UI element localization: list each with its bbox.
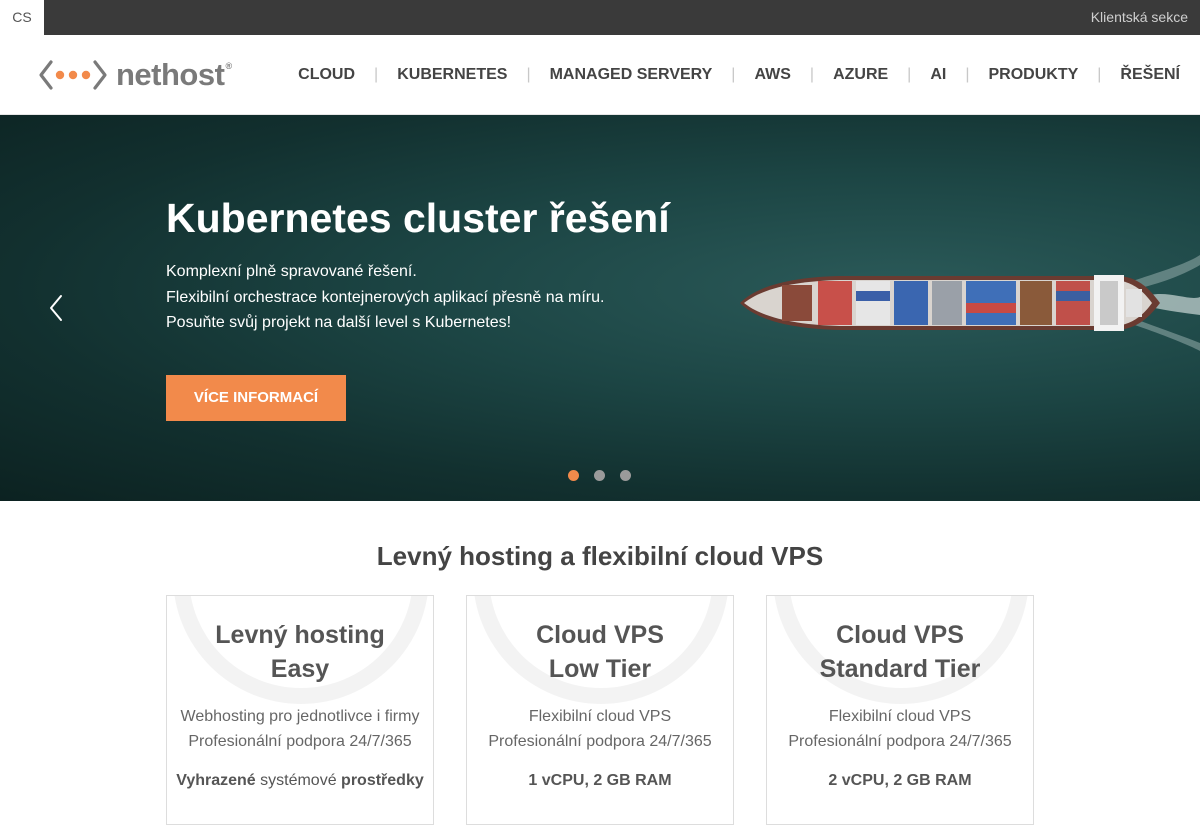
hero-title: Kubernetes cluster řešení <box>166 195 670 241</box>
product-card[interactable]: Cloud VPS Standard Tier Flexibilní cloud… <box>766 595 1034 825</box>
card-title: Cloud VPS Standard Tier <box>819 621 981 683</box>
hero-line: Komplexní plně spravované řešení. <box>166 263 417 280</box>
nav-separator: | <box>809 66 815 83</box>
nav-reseni[interactable]: ŘEŠENÍ <box>1120 66 1180 84</box>
site-header: nethost® CLOUD | KUBERNETES | MANAGED SE… <box>0 35 1200 115</box>
nethost-brackets-dots-icon <box>39 60 107 90</box>
hero-slider: Kubernetes cluster řešení Komplexní plně… <box>0 115 1200 501</box>
slider-dot[interactable] <box>594 470 605 481</box>
card-description: Webhosting pro jednotlivce i firmy Profe… <box>180 708 420 750</box>
nav-managed-servery[interactable]: MANAGED SERVERY <box>550 66 713 84</box>
nav-separator: | <box>907 66 912 83</box>
logo[interactable]: nethost® <box>38 55 232 95</box>
product-card[interactable]: Cloud VPS Low Tier Flexibilní cloud VPS … <box>466 595 734 825</box>
hero-description: Komplexní plně spravované řešení. Flexib… <box>166 259 604 336</box>
nav-separator: | <box>965 66 970 83</box>
top-bar: CS Klientská sekce <box>0 0 1200 35</box>
card-spec: Vyhrazené systémové prostředky <box>176 772 424 789</box>
nav-separator: | <box>526 66 531 83</box>
nav-aws[interactable]: AWS <box>754 66 790 84</box>
nav-azure[interactable]: AZURE <box>833 66 888 84</box>
language-switcher[interactable]: CS <box>0 0 44 35</box>
nav-ai[interactable]: AI <box>930 66 946 84</box>
card-title: Levný hosting Easy <box>215 621 385 683</box>
chevron-left-icon[interactable] <box>44 293 68 323</box>
card-spec: 1 vCPU, 2 GB RAM <box>528 772 672 789</box>
nav-separator: | <box>1097 66 1102 83</box>
more-info-button[interactable]: VÍCE INFORMACÍ <box>166 375 346 421</box>
main-nav: CLOUD | KUBERNETES | MANAGED SERVERY | A… <box>298 35 1180 115</box>
product-card[interactable]: Levný hosting Easy Webhosting pro jednot… <box>166 595 434 825</box>
nav-cloud[interactable]: CLOUD <box>298 66 355 84</box>
card-title: Cloud VPS Low Tier <box>536 621 664 683</box>
nav-produkty[interactable]: PRODUKTY <box>988 66 1078 84</box>
nav-separator: | <box>374 66 379 83</box>
card-spec: 2 vCPU, 2 GB RAM <box>828 772 972 789</box>
logo-text: nethost® <box>116 57 232 92</box>
nav-kubernetes[interactable]: KUBERNETES <box>397 66 507 84</box>
slider-dot[interactable] <box>620 470 631 481</box>
hero-line: Posuňte svůj projekt na další level s Ku… <box>166 314 512 331</box>
client-section-link[interactable]: Klientská sekce <box>1091 0 1188 35</box>
card-description: Flexibilní cloud VPS Profesionální podpo… <box>488 708 712 750</box>
section-title: Levný hosting a flexibilní cloud VPS <box>376 541 824 571</box>
nav-separator: | <box>731 66 736 83</box>
hero-line: Flexibilní orchestrace kontejnerových ap… <box>166 288 605 306</box>
slider-dots <box>568 470 646 481</box>
card-description: Flexibilní cloud VPS Profesionální podpo… <box>788 708 1012 750</box>
slider-dot[interactable] <box>568 470 579 481</box>
